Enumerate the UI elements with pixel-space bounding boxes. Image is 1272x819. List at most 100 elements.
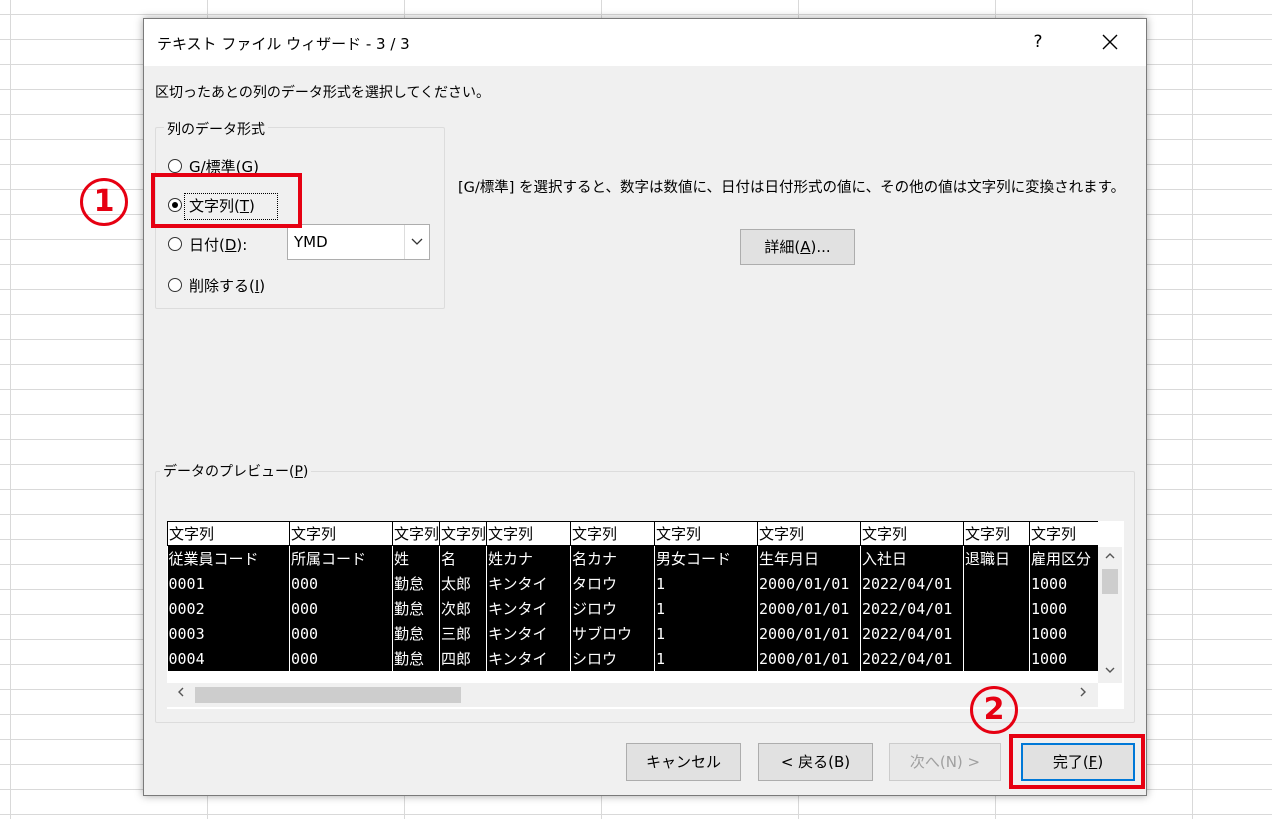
column-header[interactable]: 文字列 bbox=[570, 521, 655, 546]
table-cell: 2000/01/01 bbox=[757, 571, 861, 596]
column-header[interactable]: 文字列 bbox=[167, 521, 290, 546]
column-header[interactable]: 文字列 bbox=[289, 521, 393, 546]
date-format-select[interactable]: YMD bbox=[287, 224, 430, 260]
table-cell: キンタイ bbox=[486, 646, 571, 671]
scroll-up-button[interactable] bbox=[1098, 549, 1122, 567]
table-cell: 1000 bbox=[1029, 646, 1098, 671]
horizontal-scrollbar[interactable] bbox=[167, 683, 1098, 707]
next-button[interactable]: 次へ(N) > bbox=[889, 743, 1001, 781]
table-cell: ジロウ bbox=[570, 596, 655, 621]
table-cell: 三郎 bbox=[439, 621, 487, 646]
table-cell: 2000/01/01 bbox=[757, 646, 861, 671]
column-format-row: 文字列 文字列 文字列 文字列 文字列 文字列 文字列 文字列 文字列 文字列 … bbox=[167, 521, 1098, 546]
table-cell: 0003 bbox=[167, 621, 290, 646]
table-cell: 000 bbox=[289, 621, 393, 646]
horizontal-scroll-thumb[interactable] bbox=[195, 687, 461, 703]
vertical-scroll-thumb[interactable] bbox=[1102, 569, 1118, 594]
table-cell: 000 bbox=[289, 571, 393, 596]
table-cell: 勤怠 bbox=[392, 596, 440, 621]
table-cell: 名カナ bbox=[570, 545, 655, 571]
data-preview-pane[interactable]: 文字列 文字列 文字列 文字列 文字列 文字列 文字列 文字列 文字列 文字列 … bbox=[167, 521, 1124, 709]
table-cell: 雇用区分 bbox=[1029, 545, 1098, 571]
chevron-right-icon bbox=[1080, 687, 1086, 697]
table-cell: キンタイ bbox=[486, 596, 571, 621]
table-cell: 1 bbox=[654, 621, 758, 646]
scroll-left-button[interactable] bbox=[169, 686, 193, 704]
vertical-scrollbar[interactable] bbox=[1098, 547, 1122, 683]
data-preview-table: 文字列 文字列 文字列 文字列 文字列 文字列 文字列 文字列 文字列 文字列 … bbox=[167, 521, 1098, 671]
table-row: 0004 000 勤怠 四郎 キンタイ シロウ 1 2000/01/01 202… bbox=[167, 646, 1098, 671]
table-cell: 1000 bbox=[1029, 621, 1098, 646]
close-button[interactable] bbox=[1092, 25, 1128, 59]
radio-date-circle[interactable] bbox=[168, 237, 182, 251]
table-cell: 1 bbox=[654, 646, 758, 671]
column-header[interactable]: 文字列 bbox=[963, 521, 1030, 546]
column-header[interactable]: 文字列 bbox=[486, 521, 571, 546]
table-cell: 退職日 bbox=[963, 545, 1030, 571]
column-format-legend: 列のデータ形式 bbox=[164, 119, 268, 139]
table-cell: サブロウ bbox=[570, 621, 655, 646]
table-cell: 2022/04/01 bbox=[860, 646, 964, 671]
column-header[interactable]: 文字列 bbox=[439, 521, 487, 546]
table-cell: 0002 bbox=[167, 596, 290, 621]
table-cell: 2000/01/01 bbox=[757, 621, 861, 646]
chevron-down-icon bbox=[1105, 667, 1115, 673]
data-preview-legend: データのプレビュー(P) bbox=[160, 461, 312, 481]
table-cell: 勤怠 bbox=[392, 621, 440, 646]
table-cell: 000 bbox=[289, 596, 393, 621]
column-header[interactable]: 文字列 bbox=[757, 521, 861, 546]
table-row: 0001 000 勤怠 太郎 キンタイ タロウ 1 2000/01/01 202… bbox=[167, 571, 1098, 596]
radio-text-label: 文字列(T) bbox=[189, 197, 255, 215]
table-cell: タロウ bbox=[570, 571, 655, 596]
table-cell: 勤怠 bbox=[392, 646, 440, 671]
radio-skip-circle[interactable] bbox=[168, 278, 182, 292]
radio-general-circle[interactable] bbox=[168, 159, 182, 173]
table-cell: 1000 bbox=[1029, 571, 1098, 596]
cancel-button[interactable]: キャンセル bbox=[626, 743, 741, 781]
radio-text-circle[interactable] bbox=[168, 198, 182, 212]
dropdown-button[interactable] bbox=[404, 225, 429, 259]
chevron-down-icon bbox=[411, 238, 423, 245]
finish-button[interactable]: 完了(F) bbox=[1021, 743, 1135, 781]
text-import-wizard-dialog: テキスト ファイル ウィザード - 3 / 3 ? 区切ったあとの列のデータ形式… bbox=[143, 18, 1147, 796]
step-1-number: 1 bbox=[93, 184, 115, 219]
radio-date-label: 日付(D): bbox=[189, 236, 248, 254]
table-cell: 従業員コード bbox=[167, 545, 290, 571]
table-row: 0003 000 勤怠 三郎 キンタイ サブロウ 1 2000/01/01 20… bbox=[167, 621, 1098, 646]
back-button[interactable]: < 戻る(B) bbox=[758, 743, 873, 781]
table-cell: 四郎 bbox=[439, 646, 487, 671]
table-cell: 入社日 bbox=[860, 545, 964, 571]
radio-general-label: G/標準(G) bbox=[189, 158, 260, 176]
help-button[interactable]: ? bbox=[1020, 25, 1056, 59]
table-cell: 姓 bbox=[392, 545, 440, 571]
advanced-button[interactable]: 詳細(A)... bbox=[740, 229, 855, 265]
table-cell: 姓カナ bbox=[486, 545, 571, 571]
radio-skip-label: 削除する(I) bbox=[189, 277, 266, 295]
close-icon bbox=[1102, 34, 1118, 50]
column-header[interactable]: 文字列 bbox=[1029, 521, 1098, 546]
column-header[interactable]: 文字列 bbox=[654, 521, 758, 546]
scroll-down-button[interactable] bbox=[1098, 663, 1122, 681]
column-header[interactable]: 文字列 bbox=[392, 521, 440, 546]
table-cell: 0001 bbox=[167, 571, 290, 596]
table-cell: 勤怠 bbox=[392, 571, 440, 596]
table-cell bbox=[963, 621, 1030, 646]
table-cell: 000 bbox=[289, 646, 393, 671]
table-row: 0002 000 勤怠 次郎 キンタイ ジロウ 1 2000/01/01 202… bbox=[167, 596, 1098, 621]
step-2-number: 2 bbox=[983, 692, 1005, 727]
table-cell: キンタイ bbox=[486, 571, 571, 596]
table-cell: シロウ bbox=[570, 646, 655, 671]
table-cell: 2022/04/01 bbox=[860, 596, 964, 621]
table-cell: 1 bbox=[654, 596, 758, 621]
table-cell: 2022/04/01 bbox=[860, 571, 964, 596]
table-cell: キンタイ bbox=[486, 621, 571, 646]
column-header[interactable]: 文字列 bbox=[860, 521, 964, 546]
table-cell bbox=[963, 646, 1030, 671]
table-cell: 名 bbox=[439, 545, 487, 571]
table-row: 従業員コード 所属コード 姓 名 姓カナ 名カナ 男女コード 生年月日 入社日 … bbox=[167, 545, 1098, 571]
scroll-right-button[interactable] bbox=[1071, 686, 1095, 704]
format-description: [G/標準] を選択すると、数字は数値に、日付は日付形式の値に、その他の値は文字… bbox=[458, 180, 1126, 196]
chevron-up-icon bbox=[1105, 553, 1115, 559]
title-bar: テキスト ファイル ウィザード - 3 / 3 ? bbox=[144, 19, 1146, 66]
table-cell: 所属コード bbox=[289, 545, 393, 571]
